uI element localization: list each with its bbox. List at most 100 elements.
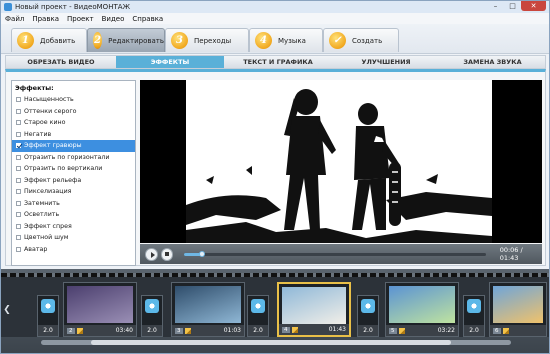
step-number-icon: 1 xyxy=(17,32,34,49)
effect-item[interactable]: Оттенки серого xyxy=(12,106,135,118)
effect-label: Пикселизация xyxy=(24,188,72,196)
transition-duration: 2.0 xyxy=(358,325,378,336)
tab-enhancements[interactable]: УЛУЧШЕНИЯ xyxy=(332,56,440,68)
effect-item[interactable]: Аватар xyxy=(12,244,135,256)
film-perforation xyxy=(1,273,549,277)
effect-checkbox[interactable] xyxy=(16,223,21,229)
edit-tabs: ОБРЕЗАТЬ ВИДЕО ЭФФЕКТЫ ТЕКСТ И ГРАФИКА У… xyxy=(5,55,546,69)
effect-label: Аватар xyxy=(24,245,48,253)
step-label: Редактировать xyxy=(108,36,164,45)
effect-label: Затемнить xyxy=(24,199,60,207)
menu-video[interactable]: Видео xyxy=(102,15,125,23)
transition[interactable]: 2.0 xyxy=(247,295,269,337)
effect-checkbox[interactable] xyxy=(16,120,21,126)
video-clip[interactable]: 3 01:03 xyxy=(171,282,245,337)
menu-file[interactable]: Файл xyxy=(5,15,24,23)
edit-pencil-icon[interactable] xyxy=(398,327,405,334)
transition[interactable]: 2.0 xyxy=(463,295,485,337)
effect-item[interactable]: Цветной шум xyxy=(12,232,135,244)
effects-panel: Эффекты: Насыщенность Оттенки серого Старо… xyxy=(5,69,546,266)
storyboard: ❮ ❯ 2.02.02.02.02.0203:40301:03401:43503… xyxy=(1,273,549,337)
clip-duration: 01:43 xyxy=(328,326,346,333)
maximize-button[interactable]: □ xyxy=(504,1,521,11)
clip-duration: 03:22 xyxy=(437,327,455,334)
effect-label: Насыщенность xyxy=(24,96,74,104)
effect-checkbox[interactable] xyxy=(16,189,21,195)
menu-help[interactable]: Справка xyxy=(132,15,163,23)
clip-number: 4 xyxy=(282,326,290,333)
play-button[interactable] xyxy=(145,247,158,261)
transition[interactable]: 2.0 xyxy=(37,295,59,337)
video-clip[interactable]: 6 xyxy=(489,282,547,337)
step-transitions[interactable]: 3 Переходы xyxy=(165,28,249,52)
edit-pencil-icon[interactable] xyxy=(502,327,509,334)
menu-edit[interactable]: Правка xyxy=(32,15,59,23)
effect-label: Негатив xyxy=(24,130,52,138)
effect-checkbox[interactable] xyxy=(16,131,21,137)
step-edit[interactable]: 2 Редактировать xyxy=(87,28,165,52)
video-clip[interactable]: 4 01:43 xyxy=(277,282,351,337)
close-button[interactable]: ✕ xyxy=(521,1,546,11)
seek-bar[interactable] xyxy=(184,250,486,257)
effect-item[interactable]: Пикселизация xyxy=(12,186,135,198)
effect-checkbox[interactable] xyxy=(16,235,21,241)
effect-item[interactable]: Насыщенность xyxy=(12,94,135,106)
effect-checkbox[interactable] xyxy=(16,97,21,103)
minimize-button[interactable]: – xyxy=(487,1,504,11)
effect-item[interactable]: Осветлить xyxy=(12,209,135,221)
transition-duration: 2.0 xyxy=(38,325,58,336)
video-preview xyxy=(140,80,542,243)
step-label: Создать xyxy=(352,36,383,45)
clip-thumbnail xyxy=(67,286,133,323)
effect-item[interactable]: Эффект рельефа xyxy=(12,175,135,187)
tab-replace-audio[interactable]: ЗАМЕНА ЗВУКА xyxy=(440,56,545,68)
timeline-scrollbar[interactable] xyxy=(41,340,511,345)
effect-item[interactable]: Старое кино xyxy=(12,117,135,129)
scroll-left-icon[interactable]: ❮ xyxy=(3,303,11,317)
workflow-steps: 1 Добавить 2 Редактировать 3 Переходы 4 … xyxy=(1,24,549,54)
effect-label: Отразить по горизонтали xyxy=(24,153,110,161)
tab-text-graphics[interactable]: ТЕКСТ И ГРАФИКА xyxy=(224,56,332,68)
clip-number: 5 xyxy=(389,327,397,334)
clip-number: 2 xyxy=(67,327,75,334)
effect-checkbox[interactable] xyxy=(16,246,21,252)
effect-item[interactable]: Отразить по горизонтали xyxy=(12,152,135,164)
transition-icon xyxy=(251,299,265,313)
effect-checkbox[interactable] xyxy=(16,166,21,172)
edit-pencil-icon[interactable] xyxy=(291,326,298,333)
edit-pencil-icon[interactable] xyxy=(76,327,83,334)
stop-button[interactable] xyxy=(160,247,174,261)
clip-thumbnail xyxy=(389,286,455,323)
effect-item[interactable]: Затемнить xyxy=(12,198,135,210)
effect-item[interactable]: Отразить по вертикали xyxy=(12,163,135,175)
player-controls: 00:06 / 01:43 xyxy=(140,244,542,264)
tab-trim-video[interactable]: ОБРЕЗАТЬ ВИДЕО xyxy=(6,56,116,68)
transition-icon xyxy=(145,299,159,313)
effect-item[interactable]: Негатив xyxy=(12,129,135,141)
seek-handle[interactable] xyxy=(199,250,206,257)
effect-checkbox[interactable] xyxy=(16,212,21,218)
effect-checkbox[interactable] xyxy=(16,108,21,114)
step-music[interactable]: 4 Музыка xyxy=(249,28,323,52)
effect-checkbox[interactable] xyxy=(16,143,21,149)
effect-item[interactable]: Эффект спрея xyxy=(12,221,135,233)
step-number-icon: 4 xyxy=(255,32,272,49)
transition-icon xyxy=(361,299,375,313)
effects-title: Эффекты: xyxy=(15,84,54,92)
video-clip[interactable]: 5 03:22 xyxy=(385,282,459,337)
effect-checkbox[interactable] xyxy=(16,154,21,160)
effect-checkbox[interactable] xyxy=(16,177,21,183)
effect-item[interactable]: Эффект гравюры xyxy=(12,140,135,152)
step-create[interactable]: ✓ Создать xyxy=(323,28,399,52)
transition[interactable]: 2.0 xyxy=(141,295,163,337)
step-number-icon: 2 xyxy=(93,32,103,49)
app-icon xyxy=(4,3,12,11)
menu-project[interactable]: Проект xyxy=(67,15,94,23)
video-clip[interactable]: 2 03:40 xyxy=(63,282,137,337)
edit-pencil-icon[interactable] xyxy=(184,327,191,334)
step-add[interactable]: 1 Добавить xyxy=(11,28,87,52)
scrollbar-thumb[interactable] xyxy=(91,340,451,345)
effect-checkbox[interactable] xyxy=(16,200,21,206)
tab-effects[interactable]: ЭФФЕКТЫ xyxy=(116,56,224,68)
transition[interactable]: 2.0 xyxy=(357,295,379,337)
